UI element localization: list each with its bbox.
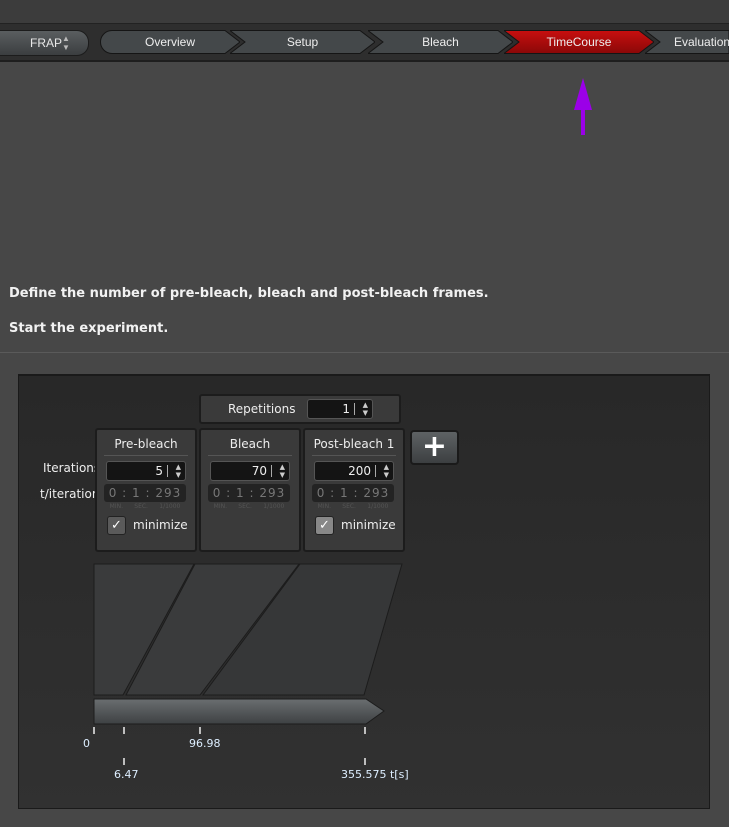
tab-setup[interactable]: Setup [230, 30, 375, 54]
tab-evaluation[interactable]: Evaluation [645, 30, 729, 54]
tab-overview[interactable]: Overview [100, 30, 240, 54]
instruction-text: Define the number of pre-bleach, bleach … [9, 286, 489, 301]
instruction-text: Start the experiment. [9, 321, 169, 336]
divider [0, 352, 729, 353]
tick-label: 355.575 t[s] [341, 768, 409, 781]
timecourse-panel: Repetitions 1 ▲ ▼ Iterations t/iteration P… [18, 374, 710, 809]
time-axis-arrow [93, 698, 385, 725]
tab-timecourse[interactable]: TimeCourse [504, 30, 654, 54]
mode-label: FRAP [30, 36, 63, 50]
workflow-nav: FRAP ▲ ▼ Overview Setup Bleach TimeCourse… [0, 24, 729, 62]
tick-label: 6.47 [114, 768, 139, 781]
timeline-diagram: 0 96.98 6.47 355.575 t[s] [83, 563, 409, 781]
top-strip [0, 0, 729, 24]
up-down-arrows-icon: ▲ ▼ [62, 34, 70, 52]
tick-label: 0 [83, 737, 90, 750]
mode-selector[interactable]: FRAP ▲ ▼ [0, 30, 89, 56]
tab-bleach[interactable]: Bleach [368, 30, 513, 54]
tick-label: 96.98 [189, 737, 221, 750]
tick-marks [93, 727, 366, 765]
workflow-steps: Overview Setup Bleach TimeCourse Evaluat… [100, 30, 729, 54]
annotation-arrow-icon [574, 78, 592, 135]
